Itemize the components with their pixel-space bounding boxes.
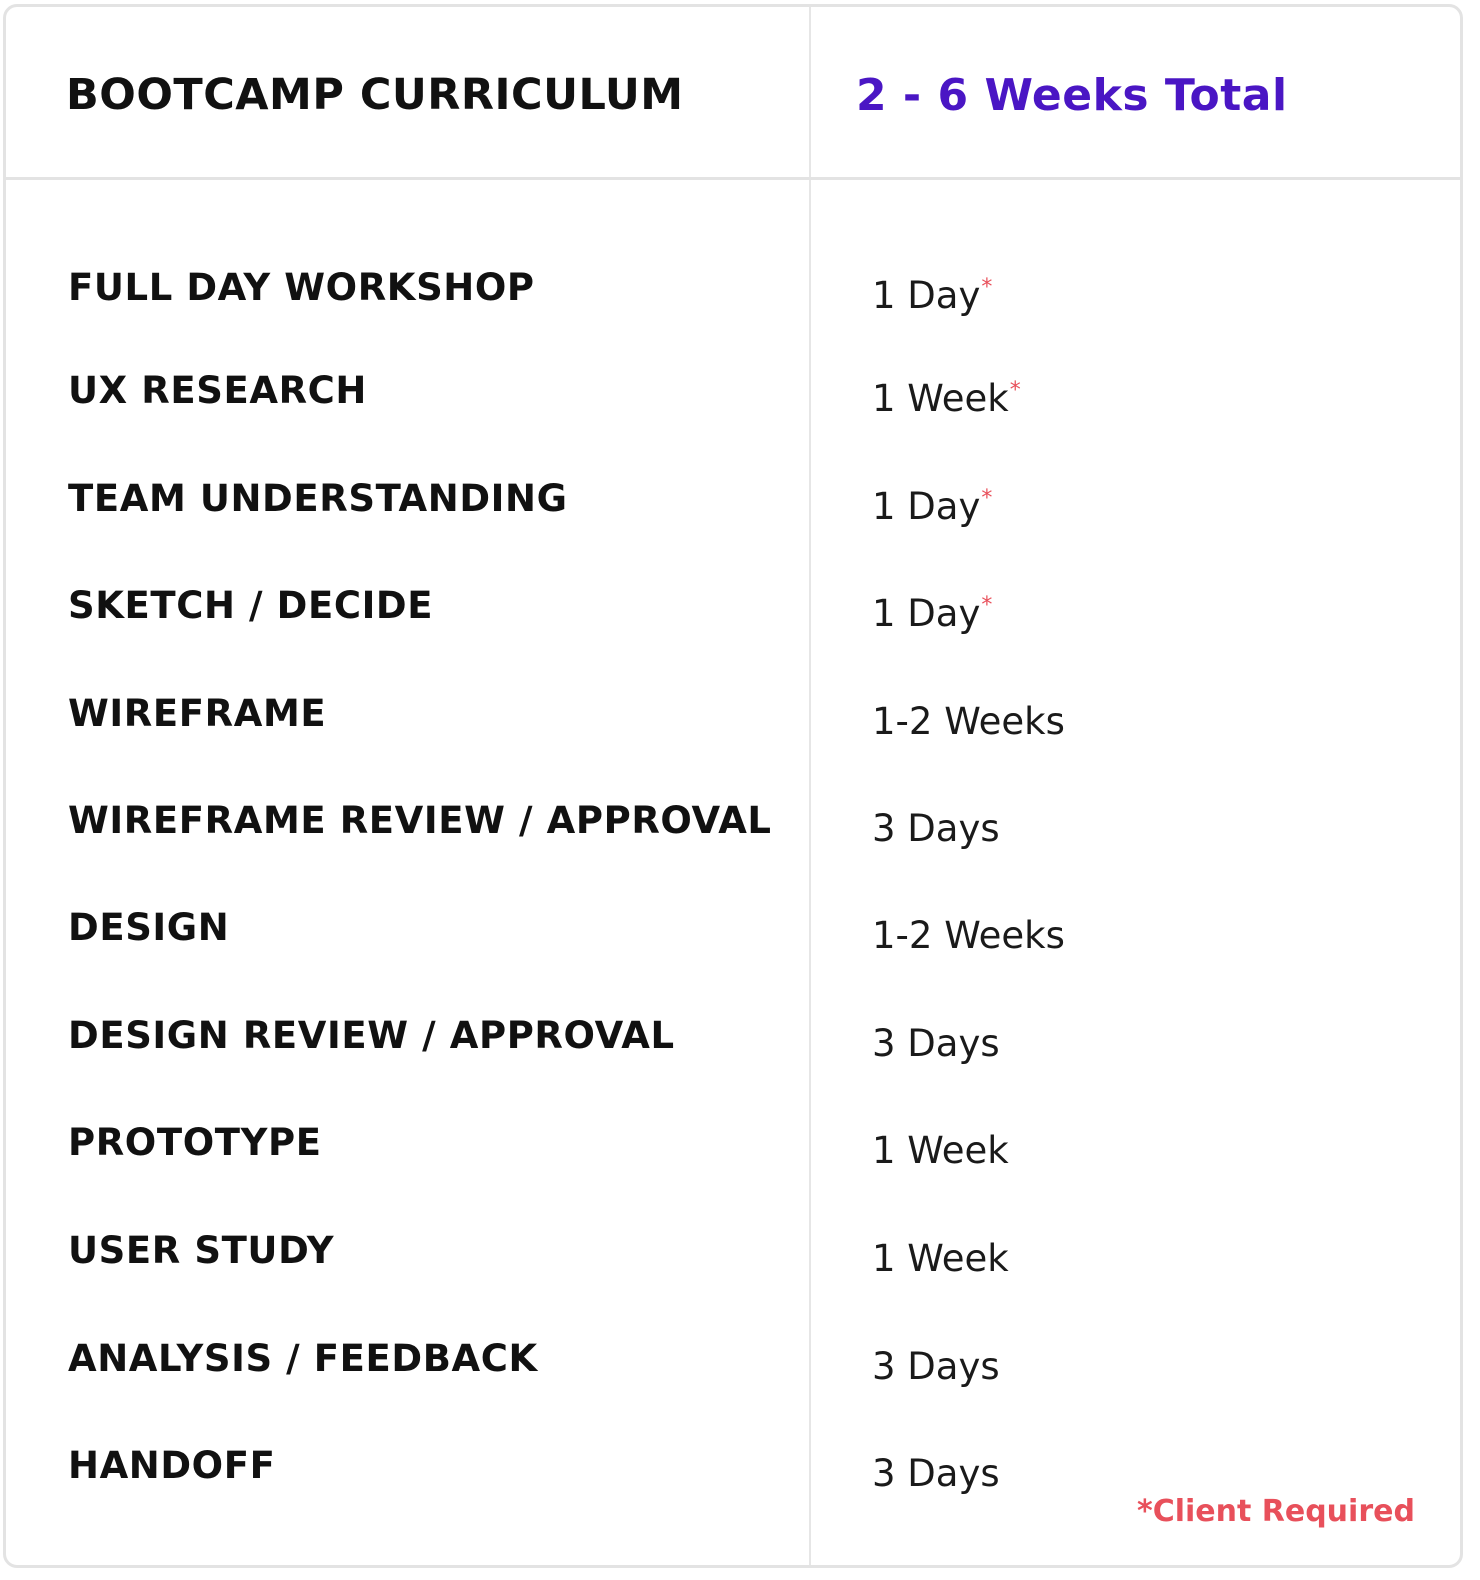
duration-value: 1 Week (872, 1129, 1009, 1172)
duration-value: 1 Week (872, 1237, 1009, 1280)
table-row: HANDOFF 3 Days (6, 1436, 1460, 1496)
stage-label: HANDOFF (68, 1444, 276, 1487)
duration-value: 3 Days (872, 1345, 1000, 1388)
duration-value: 3 Days (872, 1452, 1000, 1495)
curriculum-table: BOOTCAMP CURRICULUM 2 - 6 Weeks Total FU… (3, 4, 1463, 1568)
duration-value: 3 Days (872, 807, 1000, 850)
stage-label: DESIGN REVIEW / APPROVAL (68, 1014, 675, 1057)
table-row: WIREFRAME REVIEW / APPROVAL 3 Days (6, 791, 1460, 851)
required-marker: * (1009, 378, 1021, 403)
table-row: WIREFRAME 1-2 Weeks (6, 684, 1460, 744)
client-required-note: *Client Required (1137, 1494, 1415, 1529)
duration-value: 1 Day* (872, 485, 993, 528)
duration-value: 1-2 Weeks (872, 700, 1065, 743)
stage-label: SKETCH / DECIDE (68, 584, 434, 627)
stage-label: WIREFRAME REVIEW / APPROVAL (68, 799, 772, 842)
required-marker: * (981, 486, 993, 511)
table-row: UX RESEARCH 1 Week* (6, 361, 1460, 421)
stage-label: USER STUDY (68, 1229, 335, 1272)
duration-value: 3 Days (872, 1022, 1000, 1065)
stage-label: TEAM UNDERSTANDING (68, 477, 568, 520)
table-row: USER STUDY 1 Week (6, 1221, 1460, 1281)
stage-label: WIREFRAME (68, 692, 327, 735)
stage-label: PROTOTYPE (68, 1121, 322, 1164)
stage-label: ANALYSIS / FEEDBACK (68, 1337, 538, 1380)
table-row: SKETCH / DECIDE 1 Day* (6, 576, 1460, 636)
required-marker: * (981, 275, 993, 300)
stage-label: FULL DAY WORKSHOP (68, 266, 535, 309)
duration-value: 1 Day* (872, 592, 993, 635)
duration-value: 1 Week* (872, 377, 1021, 420)
stage-label: DESIGN (68, 906, 230, 949)
required-marker: * (981, 593, 993, 618)
curriculum-rows: FULL DAY WORKSHOP 1 Day* UX RESEARCH 1 W… (6, 7, 1460, 1565)
table-row: TEAM UNDERSTANDING 1 Day* (6, 469, 1460, 529)
duration-value: 1-2 Weeks (872, 914, 1065, 957)
duration-value: 1 Day* (872, 274, 993, 317)
table-row: FULL DAY WORKSHOP 1 Day* (6, 258, 1460, 318)
table-row: DESIGN REVIEW / APPROVAL 3 Days (6, 1006, 1460, 1066)
table-row: PROTOTYPE 1 Week (6, 1113, 1460, 1173)
table-row: DESIGN 1-2 Weeks (6, 898, 1460, 958)
stage-label: UX RESEARCH (68, 369, 367, 412)
table-row: ANALYSIS / FEEDBACK 3 Days (6, 1329, 1460, 1389)
